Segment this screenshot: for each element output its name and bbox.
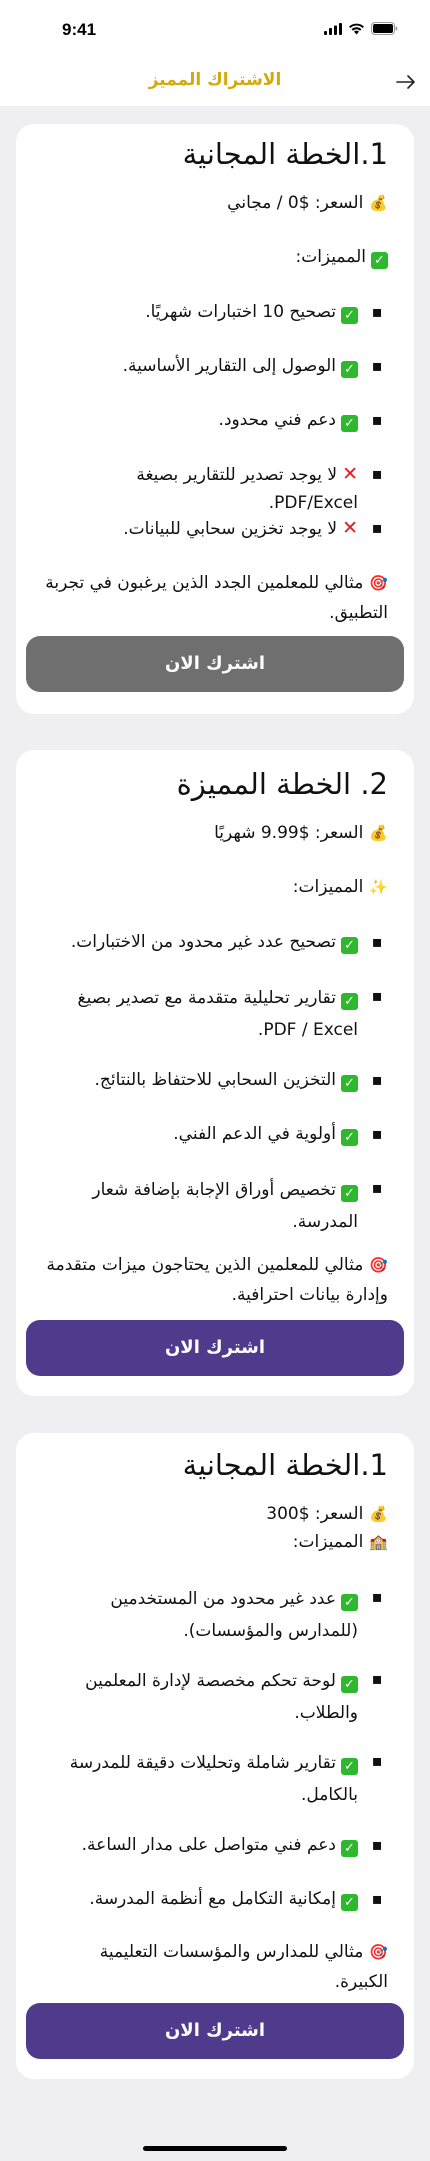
feature-item: ▪ ✓تقارير تحليلية متقدمة مع تصدير بصيغ PDF… (42, 982, 388, 1046)
target-icon: 🎯 (369, 574, 388, 592)
plan-card-enterprise: 1.الخطة المجانية 💰السعر: $300 🏫المميزات:… (16, 1433, 414, 2079)
check-icon: ✓ (341, 1075, 358, 1092)
check-icon: ✓ (341, 307, 358, 324)
feature-item: ▪ ✓الوصول إلى التقارير الأساسية. (42, 352, 388, 380)
check-icon: ✓ (341, 993, 358, 1010)
wifi-icon (349, 23, 364, 34)
feature-item: ▪ ✓التخزين السحابي للاحتفاظ بالنتائج. (42, 1066, 388, 1094)
feature-item: ▪ ✓تخصيص أوراق الإجابة بإضافة شعار المدرسة… (42, 1174, 388, 1238)
feature-item: ▪ ✕لا يوجد تخزين سحابي للبيانات. (42, 514, 388, 543)
bullet: ▪ (371, 1669, 383, 1688)
bullet: ▪ (371, 932, 383, 951)
feature-item: ▪ ✓عدد غير محدود من المستخدمين (للمدارس وا… (42, 1583, 388, 1647)
money-bag-icon: 💰 (369, 1505, 388, 1523)
feature-item: ▪ ✓لوحة تحكم مخصصة لإدارة المعلمين والطلاب… (42, 1665, 388, 1729)
bullet: ▪ (371, 1835, 383, 1854)
cross-icon: ✕ (342, 463, 358, 485)
check-icon: ✓ (341, 1185, 358, 1202)
bullet: ▪ (371, 356, 383, 375)
plan-card-free: 1.الخطة المجانية 💰السعر: $0 / مجاني ✓الم… (16, 124, 414, 714)
page-title: الاشتراك المميز (148, 70, 282, 90)
bullet: ▪ (371, 518, 383, 537)
check-icon: ✓ (341, 1758, 358, 1775)
cross-icon: ✕ (342, 517, 358, 539)
feature-item: ▪ ✓تصحيح عدد غير محدود من الاختبارات. (42, 928, 388, 956)
battery-icon (371, 22, 398, 35)
feature-item: ▪ ✓تقارير شاملة وتحليلات دقيقة للمدرسة بال… (42, 1747, 388, 1811)
feature-item: ▪ ✓دعم فني محدود. (42, 406, 388, 434)
home-indicator (143, 2146, 287, 2151)
bullet: ▪ (371, 1124, 383, 1143)
check-icon: ✓ (341, 1594, 358, 1611)
subscribe-button-free[interactable]: اشترك الان (26, 636, 404, 692)
subscribe-button-enterprise[interactable]: اشترك الان (26, 2003, 404, 2059)
status-bar: 9:41 (0, 0, 430, 60)
feature-item: ▪ ✓إمكانية التكامل مع أنظمة المدرسة. (42, 1885, 388, 1913)
plan-title: 2. الخطة المميزة (176, 767, 388, 801)
feature-item: ▪ ✓أولوية في الدعم الفني. (42, 1120, 388, 1148)
back-arrow-icon[interactable] (396, 74, 416, 90)
check-icon: ✓ (371, 252, 388, 269)
plan-title: 1.الخطة المجانية (182, 1448, 388, 1482)
check-icon: ✓ (341, 361, 358, 378)
plan-price: 💰السعر: $0 / مجاني (42, 190, 388, 216)
plan-title: 1.الخطة المجانية (182, 137, 388, 171)
feature-item: ▪ ✓دعم فني متواصل على مدار الساعة. (42, 1831, 388, 1859)
money-bag-icon: 💰 (369, 194, 388, 212)
plan-price: 💰السعر: $300 (42, 1501, 388, 1527)
subscribe-button-premium[interactable]: اشترك الان (26, 1320, 404, 1376)
school-icon: 🏫 (369, 1533, 388, 1551)
bullet: ▪ (371, 1889, 383, 1908)
features-label: 🏫المميزات: (42, 1529, 388, 1555)
bullet: ▪ (371, 986, 383, 1005)
signal-icon (324, 22, 342, 35)
feature-item: ▪ ✕لا يوجد تصدير للتقارير بصيغة PDF/Excel… (42, 460, 388, 517)
check-icon: ✓ (341, 1676, 358, 1693)
sparkles-icon: ✨ (369, 878, 388, 896)
bullet: ▪ (371, 410, 383, 429)
bullet: ▪ (371, 1070, 383, 1089)
check-icon: ✓ (341, 1894, 358, 1911)
money-bag-icon: 💰 (369, 824, 388, 842)
bullet: ▪ (371, 464, 383, 483)
ideal-for: 🎯مثالي للمعلمين الذين يحتاجون ميزات متقد… (42, 1250, 388, 1310)
ideal-for: 🎯مثالي للمعلمين الجدد الذين يرغبون في تج… (42, 568, 388, 628)
check-icon: ✓ (341, 415, 358, 432)
plan-card-premium: 2. الخطة المميزة 💰السعر: $9.99 شهريًا ✨ا… (16, 750, 414, 1396)
check-icon: ✓ (341, 937, 358, 954)
status-time: 9:41 (62, 20, 97, 39)
bullet: ▪ (371, 1751, 383, 1770)
target-icon: 🎯 (369, 1256, 388, 1274)
bullet: ▪ (371, 302, 383, 321)
features-label: ✓المميزات: (42, 244, 388, 270)
check-icon: ✓ (341, 1129, 358, 1146)
status-icons (324, 22, 398, 35)
feature-item: ▪ ✓تصحيح 10 اختبارات شهريًا. (42, 298, 388, 326)
features-label: ✨المميزات: (42, 874, 388, 900)
bullet: ▪ (371, 1587, 383, 1606)
bullet: ▪ (371, 1178, 383, 1197)
target-icon: 🎯 (369, 1943, 388, 1961)
plan-price: 💰السعر: $9.99 شهريًا (42, 820, 388, 846)
check-icon: ✓ (341, 1840, 358, 1857)
nav-bar: الاشتراك المميز (0, 60, 430, 106)
ideal-for: 🎯مثالي للمدارس والمؤسسات التعليمية الكبير… (42, 1937, 388, 1997)
